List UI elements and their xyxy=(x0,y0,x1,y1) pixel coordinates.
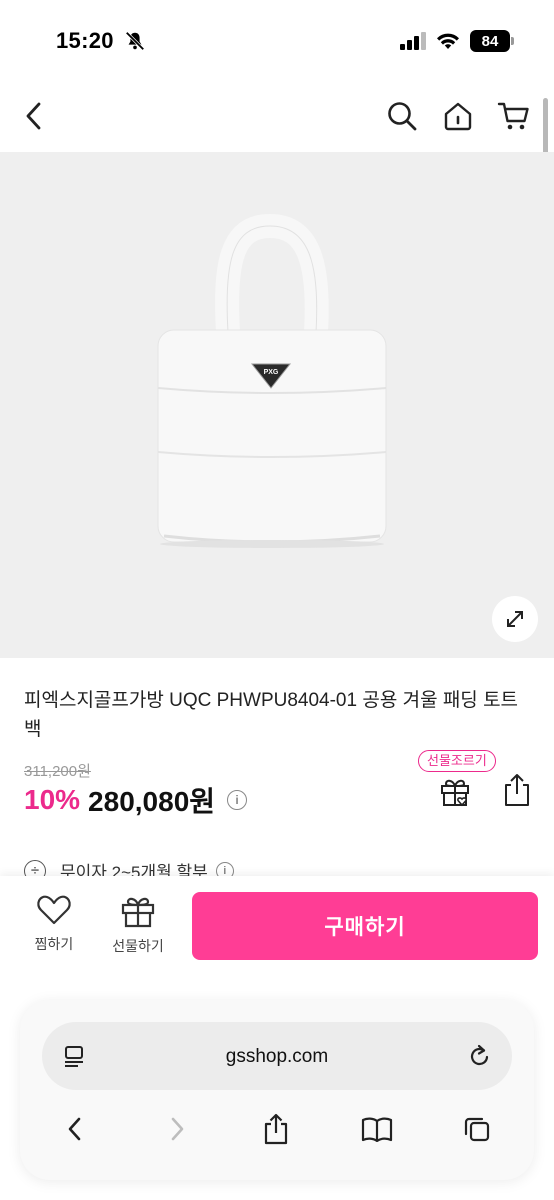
heart-icon xyxy=(37,895,71,925)
bookmarks-icon xyxy=(361,1117,393,1142)
gift-label: 선물하기 xyxy=(112,938,164,954)
original-price: 311,200원 xyxy=(24,763,91,780)
price-row: 10% 280,080원 i xyxy=(24,780,248,820)
back-button[interactable] xyxy=(16,98,52,134)
browser-share-button[interactable] xyxy=(259,1112,293,1146)
home-icon xyxy=(444,102,472,131)
status-indicators: 84 xyxy=(400,30,514,52)
tote-bag-image: PXG xyxy=(157,213,387,548)
gift-request-badge[interactable]: 선물조르기 xyxy=(418,750,496,772)
discount-rate: 10% xyxy=(24,784,81,815)
status-bar: 15:20 84 xyxy=(0,0,554,82)
forward-icon xyxy=(171,1117,184,1141)
bookmarks-button[interactable] xyxy=(360,1112,394,1146)
battery-indicator: 84 xyxy=(470,30,514,52)
wish-label: 찜하기 xyxy=(34,936,74,952)
wish-button[interactable]: 찜하기 xyxy=(18,894,90,966)
tabs-button[interactable] xyxy=(460,1112,494,1146)
browser-forward-button[interactable] xyxy=(160,1112,194,1146)
address-bar[interactable]: gsshop.com xyxy=(42,1022,512,1090)
sale-price: 280,080원 xyxy=(88,786,216,817)
share-icon xyxy=(264,1113,288,1145)
share-icon[interactable] xyxy=(500,772,534,808)
reload-icon[interactable] xyxy=(468,1044,492,1068)
gift-button[interactable]: 선물하기 xyxy=(102,894,174,966)
buy-button[interactable]: 구매하기 xyxy=(192,892,538,960)
search-button[interactable] xyxy=(384,98,420,134)
tabs-icon xyxy=(464,1117,490,1142)
browser-back-button[interactable] xyxy=(58,1112,92,1146)
svg-text:PXG: PXG xyxy=(264,369,279,376)
price-info-icon[interactable]: i xyxy=(227,790,248,810)
back-icon xyxy=(26,102,41,130)
app-header xyxy=(0,82,554,152)
expand-icon xyxy=(507,611,523,627)
wifi-icon xyxy=(437,33,459,49)
product-image[interactable]: PXG xyxy=(0,152,554,658)
product-title: 피엑스지골프가방 UQC PHWPU8404-01 공용 겨울 패딩 토트 백 xyxy=(24,690,519,740)
gift-icon xyxy=(121,897,155,928)
home-button[interactable] xyxy=(440,98,476,134)
status-time: 15:20 xyxy=(56,28,114,53)
cart-button[interactable] xyxy=(496,98,532,134)
search-icon xyxy=(388,102,417,131)
muted-bell-icon xyxy=(125,31,145,51)
gift-request-icon[interactable] xyxy=(438,774,472,808)
signal-icon xyxy=(400,32,426,50)
url-text: gsshop.com xyxy=(225,1046,329,1067)
expand-button[interactable] xyxy=(492,596,538,642)
cart-icon xyxy=(497,102,529,130)
chevron-left-icon xyxy=(68,1117,81,1141)
browser-toolbar: gsshop.com xyxy=(20,1000,534,1180)
